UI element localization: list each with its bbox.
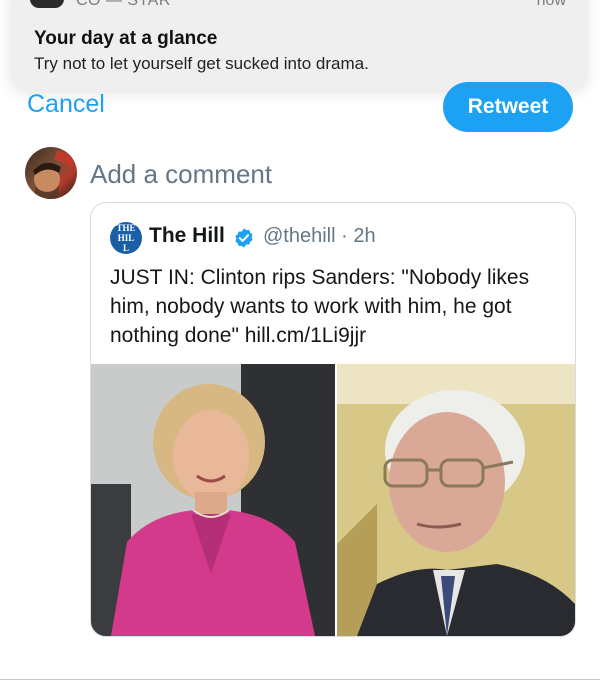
the-hill-logo: THE HILL	[110, 222, 142, 254]
quoted-tweet-card[interactable]: THE HILL The Hill @thehill · 2h JUST IN:…	[90, 202, 576, 637]
notification-title: Your day at a glance	[34, 28, 218, 49]
cancel-button[interactable]: Cancel	[27, 90, 105, 119]
bottom-divider	[0, 679, 600, 680]
notification-body: Try not to let yourself get sucked into …	[34, 54, 369, 73]
retweet-button[interactable]: Retweet	[443, 82, 573, 132]
hillary-clinton-photo[interactable]	[91, 364, 335, 636]
photo-illustration-left	[91, 364, 335, 636]
notification-time: now	[536, 0, 566, 9]
app-icon	[30, 0, 64, 8]
photo-illustration-right	[337, 364, 575, 636]
notification-app-name: CO — STAR	[76, 0, 171, 9]
logo-text: THE HILL	[116, 223, 136, 253]
avatar-image	[33, 150, 77, 199]
verified-badge-icon	[235, 228, 253, 248]
notification-banner[interactable]: CO — STAR now Your day at a glance Try n…	[10, 0, 588, 90]
author-name: The Hill	[149, 224, 225, 247]
avatar	[25, 147, 77, 199]
comment-input[interactable]	[90, 155, 550, 193]
bernie-sanders-photo[interactable]	[337, 364, 575, 636]
tweet-text: JUST IN: Clinton rips Sanders: "Nobody l…	[110, 266, 530, 347]
author-handle-time: @thehill · 2h	[263, 225, 376, 247]
